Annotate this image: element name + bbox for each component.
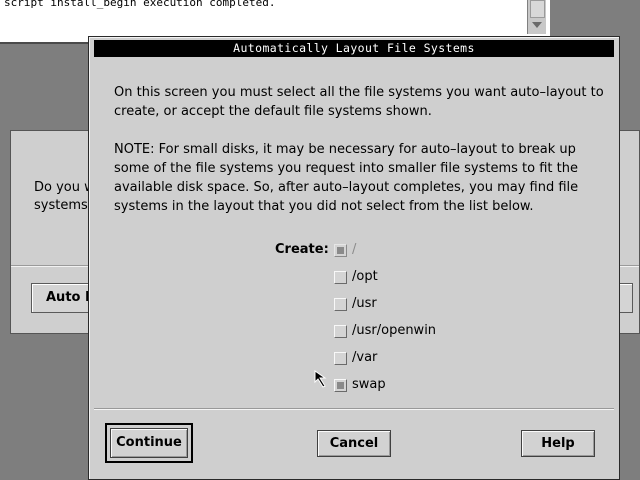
checkbox-var[interactable] xyxy=(334,352,347,365)
option-label: /opt xyxy=(352,269,378,284)
checkbox-swap[interactable] xyxy=(334,379,347,392)
option-label: / xyxy=(352,242,357,257)
console-output-line: script install_begin execution completed… xyxy=(4,0,276,9)
continue-button[interactable]: Continue xyxy=(110,428,188,458)
auto-layout-dialog: Automatically Layout File Systems On thi… xyxy=(88,36,620,480)
dialog-separator xyxy=(94,408,614,410)
cancel-button[interactable]: Cancel xyxy=(317,430,391,457)
option-label: /usr/openwin xyxy=(352,323,437,338)
checkbox-usr-openwin[interactable] xyxy=(334,325,347,338)
checkbox-opt[interactable] xyxy=(334,271,347,284)
scroll-down-arrow-icon[interactable] xyxy=(532,22,542,28)
checkbox-root[interactable] xyxy=(334,244,347,257)
mouse-pointer-icon xyxy=(314,370,327,388)
option-label: swap xyxy=(352,377,386,392)
console-scrollbar[interactable] xyxy=(527,0,546,34)
dialog-title-bar[interactable]: Automatically Layout File Systems xyxy=(94,40,614,57)
help-button[interactable]: Help xyxy=(521,430,595,457)
option-label: /var xyxy=(352,350,378,365)
note-text: NOTE: For small disks, it may be necessa… xyxy=(114,142,579,214)
intro-text: On this screen you must select all the f… xyxy=(114,85,604,119)
create-label: Create: xyxy=(275,242,329,257)
checkbox-usr[interactable] xyxy=(334,298,347,311)
option-label: /usr xyxy=(352,296,377,311)
scrollbar-thumb[interactable] xyxy=(530,0,545,18)
